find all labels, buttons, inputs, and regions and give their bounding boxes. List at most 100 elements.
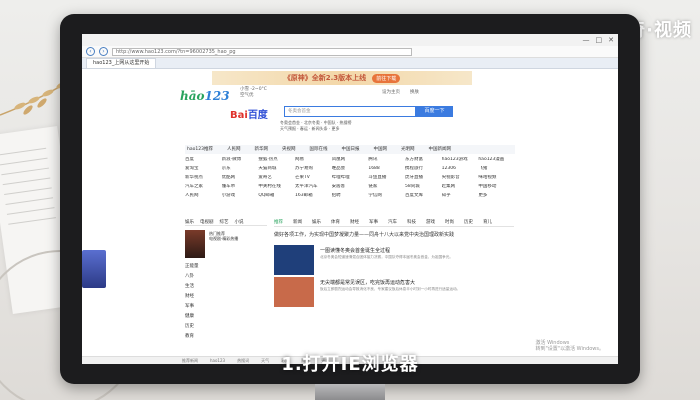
floating-character-ad[interactable] <box>82 250 106 288</box>
site-link[interactable]: 凤凰网 <box>332 157 369 162</box>
minimize-button[interactable]: — <box>583 36 590 44</box>
search-button[interactable]: 百度一下 <box>416 106 453 117</box>
site-link[interactable]: 163邮箱 <box>295 193 332 198</box>
site-link[interactable]: 新浪·微博 <box>222 157 259 162</box>
site-link[interactable]: 12306 <box>442 166 479 171</box>
site-link[interactable]: 腾讯 <box>368 157 405 162</box>
site-link[interactable]: 懂车帝 <box>222 184 259 189</box>
news-tab[interactable]: 新闻 <box>293 219 302 226</box>
left-panel-item[interactable]: 八卦 <box>185 272 267 282</box>
left-panel-tab[interactable]: 综艺 <box>220 219 229 225</box>
site-link[interactable]: 赶集网 <box>442 184 479 189</box>
news-tab[interactable]: 科技 <box>407 219 416 226</box>
left-panel-item[interactable]: 正能量 <box>185 262 267 272</box>
news-tab[interactable]: 娱乐 <box>312 219 321 226</box>
site-link[interactable]: 唯品会 <box>332 166 369 171</box>
left-panel-item[interactable]: 军事 <box>185 302 267 312</box>
news-item[interactable]: 一图读懂冬奥会首金诞生全过程 北京冬奥会短道速滑混合团体接力决赛，中国队夺得本届冬… <box>274 245 514 281</box>
site-link[interactable]: 东方财富 <box>405 157 442 162</box>
category-link[interactable]: 人民网 <box>227 145 241 154</box>
site-link[interactable]: 爱淘宝 <box>185 166 222 171</box>
category-link[interactable]: 中国日报 <box>341 145 359 154</box>
site-link[interactable]: 安居客 <box>332 184 369 189</box>
news-tab[interactable]: 游戏 <box>426 219 435 226</box>
news-tab[interactable]: 时尚 <box>445 219 454 226</box>
category-link[interactable]: 央视网 <box>282 145 296 154</box>
site-link[interactable]: 汽车之家 <box>185 184 222 189</box>
weather-widget[interactable]: 小雪 -2~0°C 空气优 <box>240 87 267 99</box>
site-link[interactable]: 携程旅行 <box>405 166 442 171</box>
category-link[interactable]: 国际在线 <box>309 145 327 154</box>
news-item[interactable]: 无尖端都是常见误区，吃完饭再运动危害大 饭后立即剧烈运动会导致消化不良，专家建议饭… <box>274 277 514 313</box>
category-link[interactable]: 新华网 <box>254 145 268 154</box>
news-tab[interactable]: 财经 <box>350 219 359 226</box>
site-link[interactable]: 58同城 <box>405 184 442 189</box>
left-panel-tab[interactable]: 娱乐 <box>185 219 194 225</box>
site-link[interactable]: 太平洋汽车 <box>295 184 332 189</box>
maximize-button[interactable]: □ <box>596 36 603 44</box>
site-link[interactable]: 斗鱼直播 <box>368 175 405 180</box>
news-tab[interactable]: 历史 <box>464 219 473 226</box>
left-panel-item[interactable]: 健康 <box>185 312 267 322</box>
news-tab[interactable]: 推荐 <box>274 219 283 226</box>
hotwords-line[interactable]: 天气预报 · 春运 · 新闻头条 · 更多 <box>280 126 480 132</box>
drama-poster[interactable] <box>185 230 205 258</box>
forward-icon[interactable]: › <box>99 47 108 56</box>
category-link[interactable]: 光明网 <box>401 145 415 154</box>
news-tab[interactable]: 汽车 <box>388 219 397 226</box>
site-link[interactable]: 中国移动 <box>478 184 515 189</box>
news-tab[interactable]: 军事 <box>369 219 378 226</box>
news-title[interactable]: 一图读懂冬奥会首金诞生全过程 <box>320 247 390 254</box>
site-link[interactable]: 天猫商城 <box>258 166 295 171</box>
news-headline[interactable]: 做好各项工作，为实现中国梦凝聚力量——同舟十八大以来党中央治国理政新实践 <box>274 231 514 238</box>
set-homepage-link[interactable]: 设为主页 <box>382 89 400 95</box>
site-link[interactable]: hao123漫画 <box>478 157 515 162</box>
site-link[interactable]: 优酷网 <box>222 175 259 180</box>
news-tab[interactable]: 体育 <box>331 219 340 226</box>
promo-banner[interactable]: 《原神》全新2.3版本上线 前往下载 <box>212 71 472 85</box>
url-input[interactable]: http://www.hao123.com/?tn=96002735_hao_p… <box>112 47 412 56</box>
left-panel-item[interactable]: 生活 <box>185 282 267 292</box>
site-link[interactable]: 百度文库 <box>405 193 442 198</box>
left-panel-item[interactable]: 历史 <box>185 322 267 332</box>
site-link[interactable]: 芒果TV <box>295 175 332 180</box>
category-link[interactable]: hao123推荐 <box>187 145 213 154</box>
news-title[interactable]: 无尖端都是常见误区，吃完饭再运动危害大 <box>320 279 415 286</box>
site-link[interactable]: 1688 <box>368 166 405 171</box>
site-link[interactable]: 哔哩哔哩 <box>332 175 369 180</box>
site-link[interactable]: 链家 <box>368 184 405 189</box>
site-link[interactable]: 搜狐·热点 <box>258 157 295 162</box>
back-icon[interactable]: ‹ <box>86 47 95 56</box>
site-link[interactable]: 更多 <box>478 193 515 198</box>
site-link[interactable]: 网易 <box>295 157 332 162</box>
left-panel-item[interactable]: 财经 <box>185 292 267 302</box>
baidu-logo[interactable]: Bai百度 <box>230 106 268 121</box>
category-link[interactable]: 中国网 <box>373 145 387 154</box>
site-link[interactable]: QQ邮箱 <box>258 193 295 198</box>
site-link[interactable]: 招聘 <box>332 193 369 198</box>
site-link[interactable]: 爱奇艺 <box>258 175 295 180</box>
hao123-logo[interactable]: hāo123 <box>180 89 230 103</box>
site-link[interactable]: 百度 <box>185 157 222 162</box>
site-link[interactable]: 咪咕视频 <box>478 175 515 180</box>
banner-download-button[interactable]: 前往下载 <box>372 73 401 83</box>
site-link[interactable]: hao123游戏 <box>442 157 479 162</box>
tab-hao123[interactable]: hao123_上网从这里开始 <box>86 58 157 68</box>
site-link[interactable]: 学信网 <box>368 193 405 198</box>
site-link[interactable]: 飞猪 <box>478 166 515 171</box>
news-thumbnail[interactable] <box>274 245 314 275</box>
category-link[interactable]: 中国新闻网 <box>428 145 451 154</box>
site-link[interactable]: 中关村在线 <box>258 184 295 189</box>
site-link[interactable]: 京东 <box>222 166 259 171</box>
skin-link[interactable]: 换肤 <box>410 89 419 95</box>
site-link[interactable]: 央视影音 <box>442 175 479 180</box>
news-thumbnail[interactable] <box>274 277 314 307</box>
site-link[interactable]: 新华视点 <box>185 175 222 180</box>
close-button[interactable]: ✕ <box>608 36 614 44</box>
site-link[interactable]: 苏宁易购 <box>295 166 332 171</box>
left-panel-item[interactable]: 教育 <box>185 332 267 342</box>
site-link[interactable]: 人民网 <box>185 193 222 198</box>
site-link[interactable]: 小游戏 <box>222 193 259 198</box>
news-tab[interactable]: 育儿 <box>483 219 492 226</box>
search-input[interactable]: 冬奥会首金 <box>284 106 416 117</box>
